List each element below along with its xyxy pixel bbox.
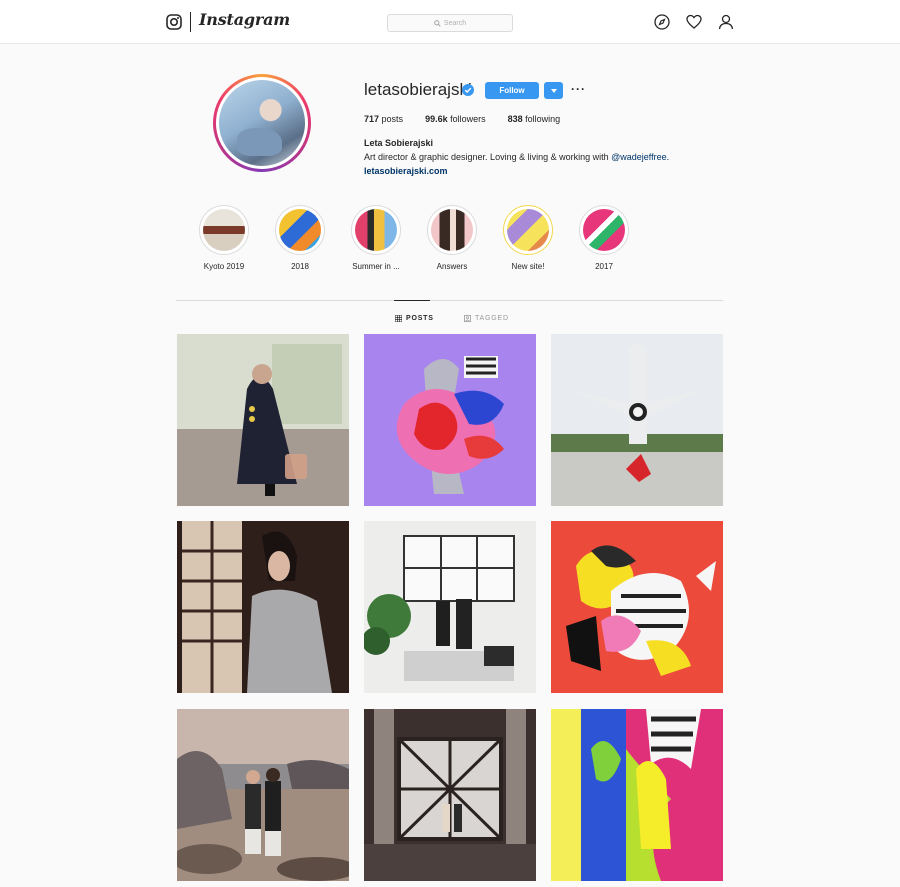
posts-count-value: 717	[364, 114, 380, 124]
highlight-item[interactable]: Answers	[422, 205, 482, 271]
highlight-cover	[279, 209, 321, 251]
highlight-cover	[203, 209, 245, 251]
post-thumbnail[interactable]	[364, 334, 536, 506]
highlight-label: Kyoto 2019	[203, 262, 245, 271]
highlight-ring	[579, 205, 629, 255]
search-input[interactable]: Search	[387, 14, 513, 32]
profile-full-name: Leta Sobierajski	[364, 138, 434, 148]
highlight-item[interactable]: Summer in ...	[346, 205, 406, 271]
avatar-frame	[216, 77, 308, 169]
highlight-cover	[355, 209, 397, 251]
post-image	[364, 334, 536, 506]
post-image	[364, 709, 536, 881]
followers-count-value: 99.6k	[425, 114, 448, 124]
following-count-label: following	[525, 114, 561, 124]
tabs-divider	[176, 300, 723, 301]
following-count[interactable]: 838 following	[508, 114, 561, 124]
post-thumbnail[interactable]	[364, 709, 536, 881]
profile-username: letasobierajski	[364, 80, 472, 99]
posts-count-label: posts	[381, 114, 404, 124]
profile-website-link[interactable]: letasobierajski.com	[364, 166, 448, 176]
highlight-item[interactable]: 2018	[270, 205, 330, 271]
post-image	[551, 709, 723, 881]
bio-mention-link[interactable]: @wadejeffree.	[611, 152, 669, 162]
chevron-down-icon	[550, 88, 557, 93]
highlight-cover	[431, 209, 473, 251]
tagged-person-icon	[464, 315, 471, 322]
following-count-value: 838	[507, 114, 523, 124]
post-thumbnail[interactable]	[177, 334, 349, 506]
highlight-cover	[507, 209, 549, 251]
highlight-item[interactable]: Kyoto 2019	[194, 205, 254, 271]
post-image	[177, 521, 349, 693]
tab-tagged-label: TAGGED	[475, 315, 509, 322]
highlight-ring	[503, 205, 553, 255]
instagram-wordmark[interactable]: Instagram	[199, 10, 290, 29]
post-thumbnail[interactable]	[177, 521, 349, 693]
verified-badge-icon	[462, 84, 474, 96]
tab-posts[interactable]: POSTS	[395, 315, 434, 322]
highlight-ring	[275, 205, 325, 255]
profile-person-icon[interactable]	[718, 14, 734, 30]
post-image	[551, 521, 723, 693]
followers-count[interactable]: 99.6k followers	[425, 114, 486, 124]
tab-posts-label: POSTS	[406, 315, 434, 322]
active-tab-indicator	[394, 300, 430, 301]
tab-tagged[interactable]: TAGGED	[464, 315, 509, 322]
highlight-item[interactable]: New site!	[498, 205, 558, 271]
post-image	[177, 709, 349, 881]
post-thumbnail[interactable]	[364, 521, 536, 693]
post-image	[551, 334, 723, 506]
top-navigation-bar: Instagram Search	[0, 0, 900, 44]
highlight-ring	[427, 205, 477, 255]
highlight-item[interactable]: 2017	[574, 205, 634, 271]
highlight-label: 2017	[595, 262, 613, 271]
bio-text: Art director & graphic designer. Loving …	[364, 152, 612, 162]
explore-compass-icon[interactable]	[654, 14, 670, 30]
profile-avatar[interactable]	[213, 74, 311, 172]
more-options-button[interactable]: ···	[571, 83, 586, 95]
avatar-photo	[219, 80, 305, 166]
search-icon	[434, 19, 441, 27]
post-thumbnail[interactable]	[551, 521, 723, 693]
post-image	[177, 334, 349, 496]
search-placeholder: Search	[443, 19, 467, 27]
instagram-glyph-icon[interactable]	[166, 14, 182, 30]
post-thumbnail[interactable]	[177, 709, 349, 881]
activity-heart-icon[interactable]	[686, 14, 702, 30]
followers-count-label: followers	[450, 114, 486, 124]
follow-button[interactable]: Follow	[485, 82, 539, 99]
highlight-label: Summer in ...	[352, 262, 400, 271]
highlight-label: New site!	[511, 262, 545, 271]
post-thumbnail[interactable]	[551, 709, 723, 881]
grid-icon	[395, 315, 402, 322]
profile-stats: 717 posts 99.6k followers 838 following	[364, 114, 582, 124]
highlight-ring	[199, 205, 249, 255]
highlight-ring	[351, 205, 401, 255]
post-image	[364, 521, 536, 693]
profile-bio: Art director & graphic designer. Loving …	[364, 152, 669, 162]
suggested-dropdown-button[interactable]	[544, 82, 563, 99]
highlight-cover	[583, 209, 625, 251]
post-thumbnail[interactable]	[551, 334, 723, 506]
highlight-label: Answers	[436, 262, 468, 271]
logo-divider	[190, 12, 191, 32]
posts-count: 717 posts	[364, 114, 403, 124]
highlight-label: 2018	[291, 262, 309, 271]
